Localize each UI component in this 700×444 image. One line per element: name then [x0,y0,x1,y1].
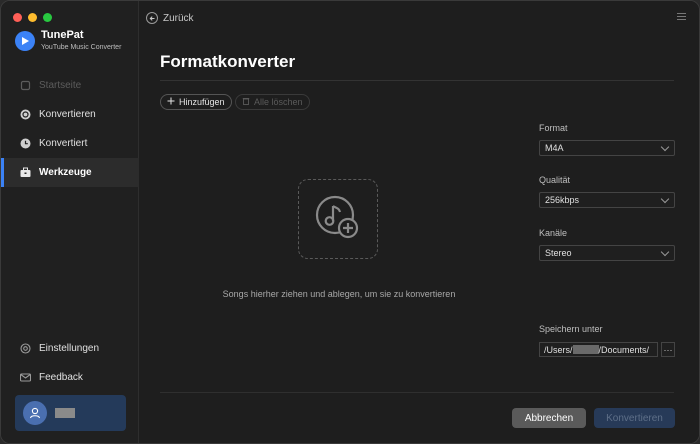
clear-all-button[interactable]: Alle löschen [235,94,310,110]
sidebar-item-werkzeuge[interactable]: Werkzeuge [1,158,139,187]
sidebar-item-label: Werkzeuge [39,167,92,178]
browse-folder-button[interactable]: ··· [661,342,675,357]
back-label: Zurück [163,12,194,24]
drop-hint-text: Songs hierher ziehen und ablegen, um sie… [222,289,456,299]
sidebar-item-label: Startseite [39,80,82,91]
plus-icon [167,97,175,107]
format-value: M4A [545,143,564,153]
channels-value: Stereo [545,248,572,258]
quality-label: Qualität [539,175,571,185]
account-panel[interactable] [15,395,126,431]
gear-icon [20,343,31,354]
add-button[interactable]: Hinzufügen [160,94,232,110]
title-divider [160,80,674,81]
sidebar-item-label: Feedback [39,372,83,383]
back-button[interactable]: Zurück [146,12,194,24]
sidebar-bottom-nav: Einstellungen Feedback [1,334,139,392]
clear-all-label: Alle löschen [254,97,303,107]
close-window-button[interactable] [13,13,22,22]
add-button-label: Hinzufügen [179,97,225,107]
main-panel: Zurück Formatkonverter Hinzufügen Alle l… [139,1,699,443]
tunepat-logo-icon [15,31,35,51]
sidebar: TunePat YouTube Music Converter Startsei… [1,1,139,443]
drop-zone[interactable] [298,179,378,259]
sidebar-item-label: Konvertieren [39,109,96,120]
footer-divider [160,392,674,393]
path-redacted [572,345,599,354]
convert-button[interactable]: Konvertieren [594,408,675,428]
app-subtitle: YouTube Music Converter [41,44,122,51]
menu-icon[interactable] [677,13,686,22]
save-location-label: Speichern unter [539,324,603,334]
avatar[interactable] [23,401,47,425]
sidebar-item-einstellungen[interactable]: Einstellungen [1,334,139,363]
path-prefix: /Users/ [544,344,573,355]
format-select[interactable]: M4A [539,140,675,156]
quality-select[interactable]: 256kbps [539,192,675,208]
output-path-field[interactable]: /Users/ /Documents/ [539,342,658,357]
sidebar-item-startseite[interactable]: Startseite [1,71,139,100]
brand: TunePat YouTube Music Converter [15,30,121,52]
chevron-down-icon [660,142,670,152]
page-title: Formatkonverter [160,52,296,71]
app-name: TunePat [41,29,84,41]
trash-icon [242,97,250,107]
sidebar-item-label: Konvertiert [39,138,88,149]
music-add-icon [313,193,363,246]
minimize-window-button[interactable] [28,13,37,22]
sidebar-item-konvertieren[interactable]: Konvertieren [1,100,139,129]
channels-select[interactable]: Stereo [539,245,675,261]
cancel-button[interactable]: Abbrechen [512,408,586,428]
arrow-left-icon [146,12,158,24]
zoom-window-button[interactable] [43,13,52,22]
format-label: Format [539,123,568,133]
sidebar-item-konvertiert[interactable]: Konvertiert [1,129,139,158]
quality-value: 256kbps [545,195,580,205]
app-window: TunePat YouTube Music Converter Startsei… [0,0,700,444]
home-icon [20,80,31,91]
mail-icon [20,372,31,383]
window-controls [13,13,52,22]
sidebar-item-feedback[interactable]: Feedback [1,363,139,392]
account-name-redacted [55,408,75,418]
sidebar-nav: Startseite Konvertieren Konvertiert Werk… [1,71,139,187]
chevron-down-icon [660,194,670,204]
toolbox-icon [20,167,31,178]
convert-icon [20,109,31,120]
clock-icon [20,138,31,149]
chevron-down-icon [660,247,670,257]
channels-label: Kanäle [539,228,568,238]
path-suffix: /Documents/ [598,344,650,355]
sidebar-item-label: Einstellungen [39,343,100,354]
